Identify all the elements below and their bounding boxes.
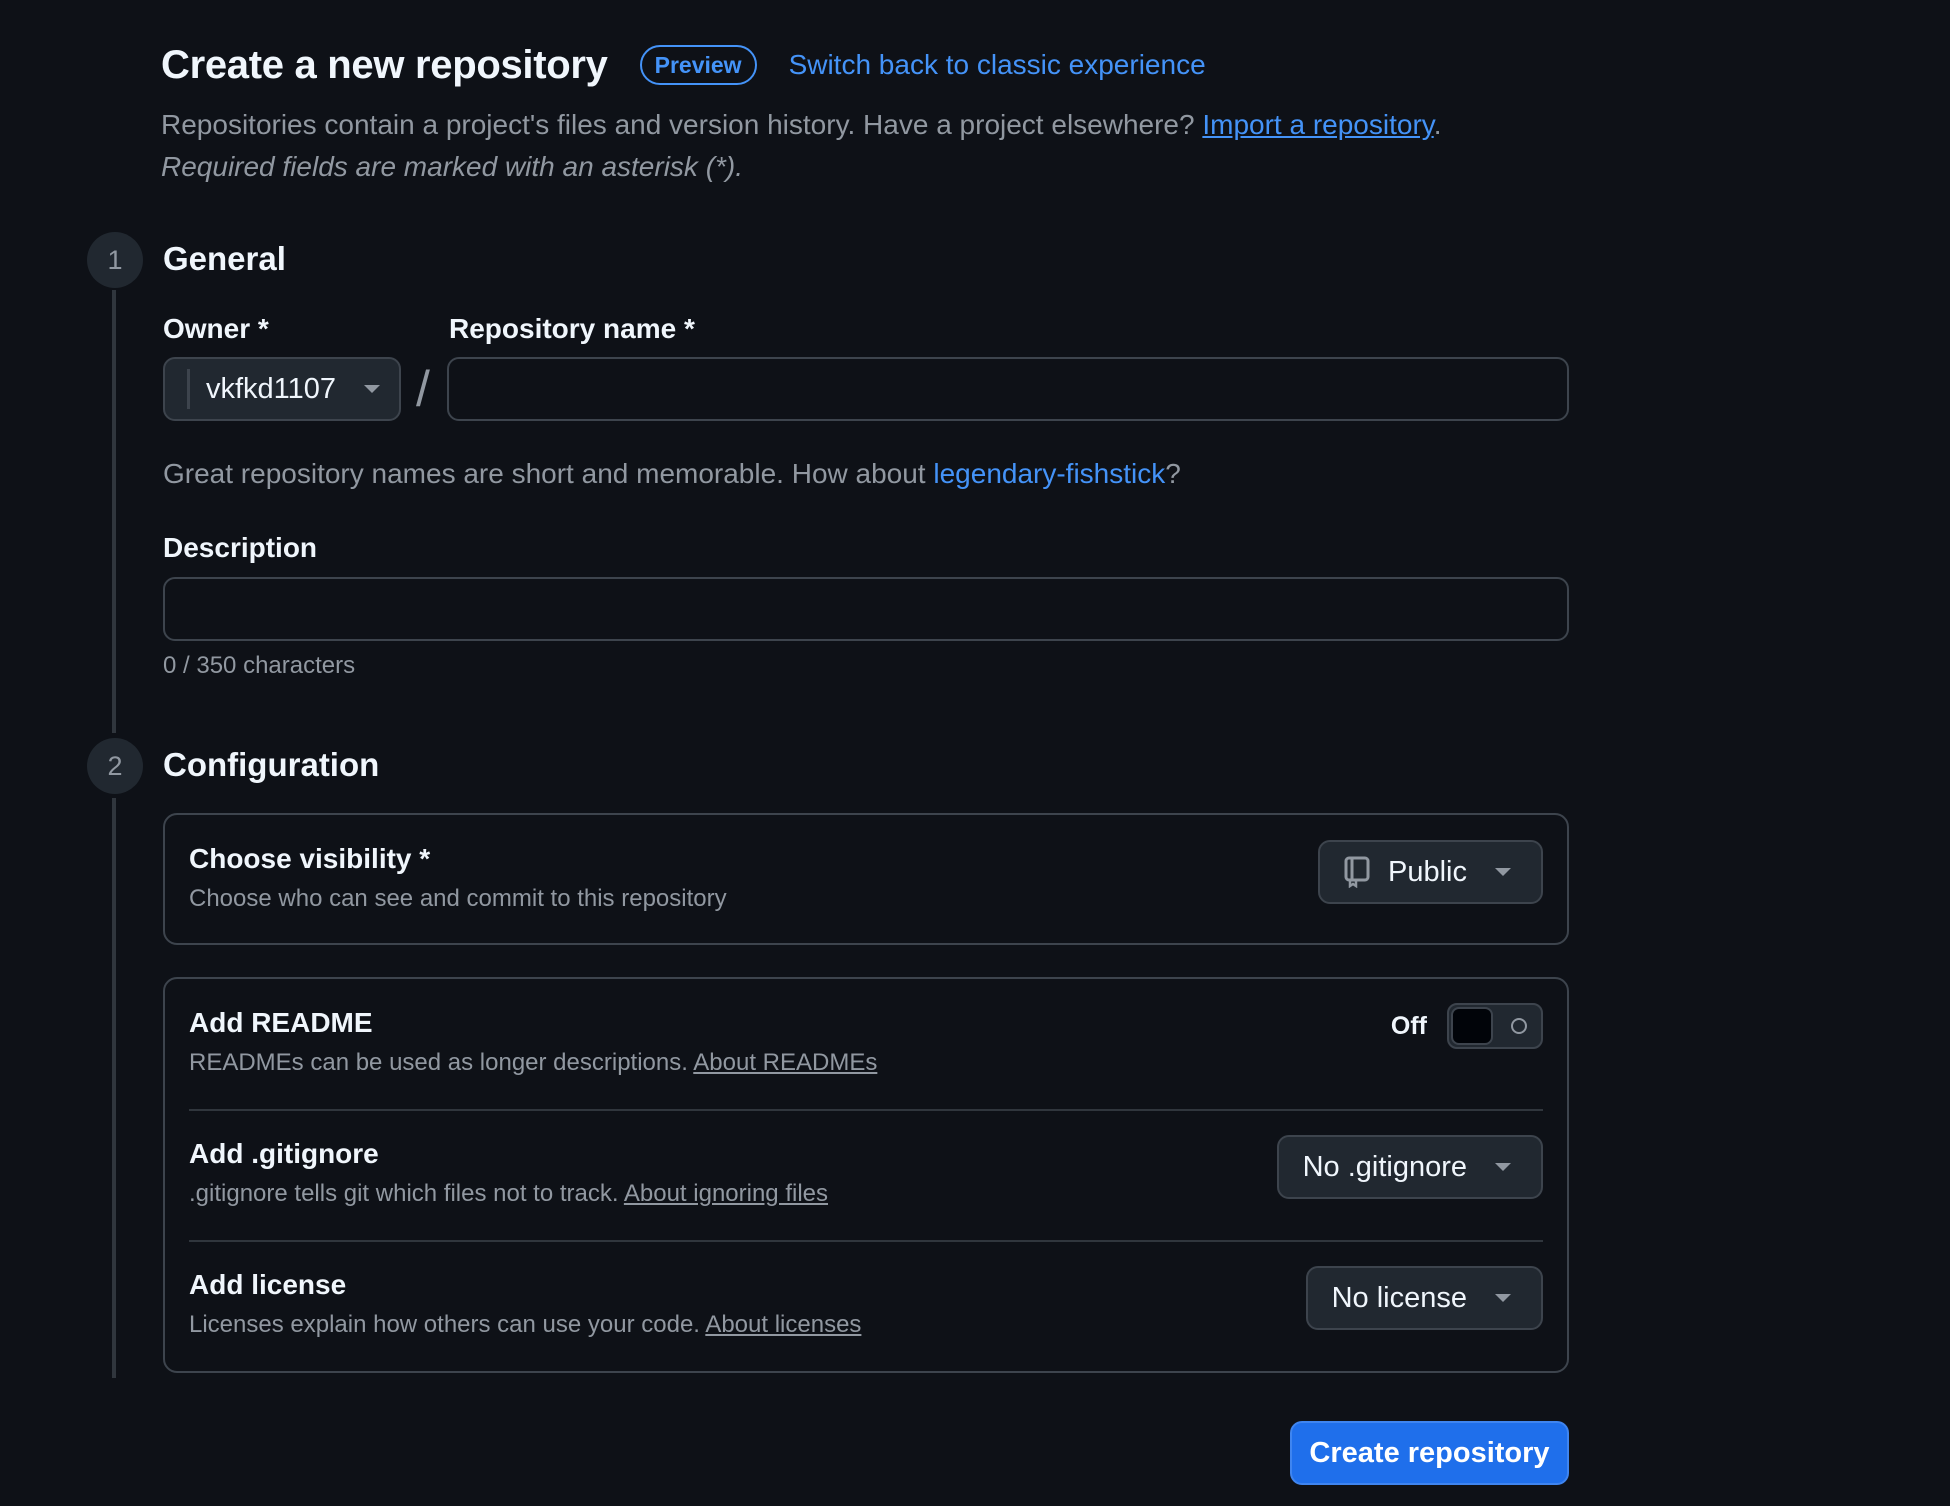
repository-name-input[interactable]	[447, 357, 1569, 421]
readme-toggle-label: Off	[1390, 1011, 1427, 1040]
license-description-text: Licenses explain how others can use your…	[189, 1311, 700, 1338]
gitignore-selected: No .gitignore	[1302, 1150, 1467, 1183]
name-hint-end: ?	[1165, 458, 1181, 489]
readme-row: Add README READMEs can be used as longer…	[189, 1007, 1543, 1077]
readme-description: READMEs can be used as longer descriptio…	[189, 1049, 1543, 1077]
divider	[189, 1240, 1543, 1242]
create-repository-button[interactable]: Create repository	[1290, 1421, 1569, 1485]
about-licenses-link[interactable]: About licenses	[705, 1311, 861, 1338]
subtitle-text: Repositories contain a project's files a…	[161, 109, 1195, 140]
owner-avatar-divider	[187, 369, 190, 409]
repository-name-hint: Great repository names are short and mem…	[163, 458, 1181, 490]
switch-classic-link[interactable]: Switch back to classic experience	[789, 49, 1206, 81]
name-suggestion-link[interactable]: legendary-fishstick	[933, 458, 1165, 489]
timeline-line-configuration	[112, 798, 116, 1378]
owner-value: vkfkd1107	[206, 372, 337, 405]
step-2-badge: 2	[87, 738, 143, 794]
section-title-configuration: Configuration	[163, 746, 380, 783]
owner-label: Owner *	[163, 313, 269, 344]
license-selected: No license	[1331, 1281, 1467, 1314]
chevron-down-icon	[1495, 1163, 1511, 1171]
chevron-down-icon	[1495, 868, 1511, 876]
gitignore-dropdown[interactable]: No .gitignore	[1276, 1135, 1543, 1199]
license-dropdown[interactable]: No license	[1305, 1266, 1543, 1330]
visibility-selected: Public	[1388, 855, 1467, 888]
owner-select[interactable]: vkfkd1107	[163, 357, 401, 421]
gitignore-description-text: .gitignore tells git which files not to …	[189, 1180, 619, 1207]
title-row: Create a new repository Preview Switch b…	[161, 40, 1561, 90]
description-input[interactable]	[163, 577, 1569, 641]
toggle-off-icon	[1511, 1018, 1527, 1034]
visibility-box: Choose visibility * Choose who can see a…	[163, 813, 1569, 945]
page-subtitle: Repositories contain a project's files a…	[161, 104, 1561, 146]
visibility-dropdown[interactable]: Public	[1318, 840, 1543, 904]
readme-title: Add README	[189, 1007, 373, 1038]
subtitle-end: .	[1433, 109, 1442, 140]
step-1-badge: 1	[87, 232, 143, 288]
page-title: Create a new repository	[161, 42, 608, 87]
chevron-down-icon	[364, 385, 381, 393]
required-fields-note: Required fields are marked with an aster…	[161, 151, 744, 182]
repo-icon	[1344, 856, 1370, 888]
repository-options-box: Add README READMEs can be used as longer…	[163, 977, 1569, 1373]
description-char-count: 0 / 350 characters	[163, 652, 356, 679]
description-label: Description	[163, 532, 318, 563]
import-repository-link[interactable]: Import a repository	[1202, 109, 1433, 140]
owner-repo-separator: /	[416, 361, 430, 417]
readme-description-text: READMEs can be used as longer descriptio…	[189, 1049, 688, 1076]
readme-toggle-wrap: Off	[1391, 1003, 1543, 1049]
repository-name-label: Repository name *	[449, 313, 695, 344]
about-ignoring-files-link[interactable]: About ignoring files	[624, 1180, 828, 1207]
page: Create a new repository Preview Switch b…	[0, 0, 1950, 1506]
name-hint-text: Great repository names are short and mem…	[163, 458, 926, 489]
page-header: Create a new repository Preview Switch b…	[161, 40, 1561, 188]
preview-badge: Preview	[639, 45, 757, 85]
section-title-general: General	[163, 240, 286, 277]
chevron-down-icon	[1495, 1294, 1511, 1302]
divider	[189, 1109, 1543, 1111]
readme-toggle[interactable]	[1447, 1003, 1543, 1049]
toggle-knob	[1451, 1007, 1493, 1045]
timeline-line-general	[112, 290, 116, 733]
about-readmes-link[interactable]: About READMEs	[693, 1049, 877, 1076]
